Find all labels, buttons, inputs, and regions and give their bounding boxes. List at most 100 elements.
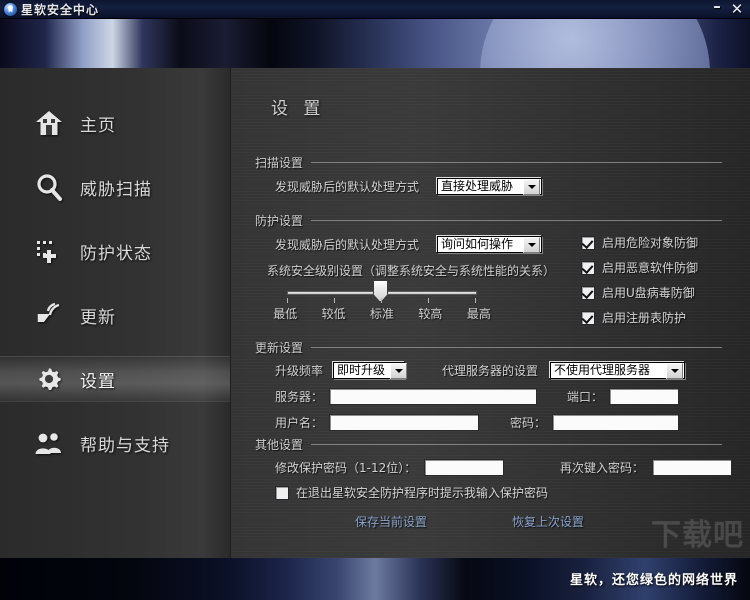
protect-default-action-row: 发现威胁后的默认处理方式 询问如何操作 <box>275 236 543 253</box>
checkbox-row-usb-virus[interactable]: 启用U盘病毒防御 <box>581 284 698 301</box>
upgrade-frequency-value: 即时升级 <box>337 363 386 377</box>
slider-label-low: 较低 <box>321 307 346 321</box>
sidebar-item-home[interactable]: 主页 <box>0 100 230 146</box>
protection-settings-title: 防护设置 <box>255 214 304 228</box>
sidebar-item-protection-status[interactable]: 防护状态 <box>0 228 230 274</box>
action-links: 保存当前设置 恢复上次设置 <box>231 513 750 530</box>
upgrade-frequency-select[interactable]: 即时升级 <box>333 362 408 379</box>
checkbox-dangerous-object[interactable] <box>581 235 595 250</box>
confirm-password-row: 再次键入密码： <box>560 459 733 476</box>
save-settings-link[interactable]: 保存当前设置 <box>355 513 427 530</box>
sidebar-label-help-support: 帮助与支持 <box>80 435 170 456</box>
slider-labels: 最低 较低 标准 较高 最高 <box>261 305 503 322</box>
port-label: 端口： <box>567 390 604 404</box>
window-title: 星软安全中心 <box>21 2 100 17</box>
proxy-row: 代理服务器的设置 不使用代理服务器 <box>442 362 686 379</box>
slider-label-standard: 标准 <box>370 307 395 321</box>
protection-checkbox-group: 启用危险对象防御 启用恶意软件防御 启用U盘病毒防御 启用注册表防护 <box>581 234 698 334</box>
protect-default-action-select[interactable]: 询问如何操作 <box>437 236 543 253</box>
upgrade-frequency-row: 升级频率 即时升级 <box>275 362 408 379</box>
sidebar-nav: 主页 威胁扫描 防护状态 更新 设置 帮助与支持 <box>0 100 230 484</box>
proxy-label: 代理服务器的设置 <box>442 364 539 378</box>
sidebar: 主页 威胁扫描 防护状态 更新 设置 帮助与支持 <box>0 68 231 558</box>
proxy-select[interactable]: 不使用代理服务器 <box>550 362 686 379</box>
close-button[interactable]: ✕ <box>727 1 747 17</box>
username-label: 用户名： <box>275 416 324 430</box>
other-settings-header: 其他设置 <box>231 436 750 453</box>
security-level-row: 系统安全级别设置（调整系统安全与系统性能的关系） <box>267 262 555 279</box>
sidebar-label-settings: 设置 <box>80 371 116 392</box>
section-other-settings: 其他设置 修改保护密码（1-12位）： 再次键入密码： 在退出星软安全防护程序时… <box>231 436 750 500</box>
password-row: 密码： <box>510 414 680 431</box>
checkbox-registry[interactable] <box>581 310 595 325</box>
chevron-down-icon[interactable] <box>390 362 408 379</box>
sidebar-label-protection-status: 防护状态 <box>80 243 152 264</box>
slider-ticks <box>287 298 477 304</box>
chevron-down-icon[interactable] <box>523 178 541 195</box>
confirm-password-input[interactable] <box>652 459 733 476</box>
checkbox-label-dangerous-object: 启用危险对象防御 <box>602 236 699 250</box>
slider-label-highest: 最高 <box>466 307 491 321</box>
username-input[interactable] <box>329 414 480 431</box>
update-settings-title: 更新设置 <box>255 341 304 355</box>
header-banner-image <box>0 18 750 68</box>
people-icon <box>34 428 64 458</box>
scan-default-action-select[interactable]: 直接处理威胁 <box>437 178 543 195</box>
checkbox-row-malware[interactable]: 启用恶意软件防御 <box>581 259 698 276</box>
checkbox-row-dangerous-object[interactable]: 启用危险对象防御 <box>581 234 698 251</box>
proxy-value: 不使用代理服务器 <box>554 363 651 377</box>
sidebar-item-update[interactable]: 更新 <box>0 292 230 338</box>
restore-settings-link[interactable]: 恢复上次设置 <box>512 513 584 530</box>
section-protection-settings: 防护设置 发现威胁后的默认处理方式 询问如何操作 系统安全级别设置（调整系统安全… <box>231 212 750 325</box>
protection-settings-header: 防护设置 <box>231 212 750 229</box>
checkbox-malware[interactable] <box>581 260 595 275</box>
other-settings-rule <box>311 444 722 445</box>
shield-plus-icon <box>34 236 64 266</box>
footer-bar: 星软，还您绿色的网络世界 <box>0 558 750 600</box>
change-password-row: 修改保护密码（1-12位）： <box>275 459 505 476</box>
port-input[interactable] <box>609 388 680 405</box>
update-settings-rule <box>311 347 722 348</box>
magnifier-icon <box>34 172 64 202</box>
settings-panel: 设 置 扫描设置 发现威胁后的默认处理方式 直接处理威胁 防护设置 发现威胁后的… <box>231 68 750 558</box>
server-row: 服务器： <box>275 388 538 405</box>
title-bar: 星软安全中心 – ✕ <box>0 0 750 19</box>
username-row: 用户名： <box>275 414 480 431</box>
change-password-label: 修改保护密码（1-12位）： <box>275 461 417 475</box>
confirm-password-label: 再次键入密码： <box>560 461 645 475</box>
sidebar-item-threat-scan[interactable]: 威胁扫描 <box>0 164 230 210</box>
gear-icon <box>34 364 64 394</box>
sidebar-label-update: 更新 <box>80 307 116 328</box>
port-row: 端口： <box>567 388 680 405</box>
exit-prompt-row[interactable]: 在退出星软安全防护程序时提示我输入保护密码 <box>275 484 548 501</box>
server-label: 服务器： <box>275 390 324 404</box>
checkbox-exit-prompt[interactable] <box>275 485 289 500</box>
checkbox-usb-virus[interactable] <box>581 285 595 300</box>
page-title: 设 置 <box>271 99 326 119</box>
protect-default-action-label: 发现威胁后的默认处理方式 <box>275 238 420 252</box>
change-password-input[interactable] <box>424 459 505 476</box>
security-level-label: 系统安全级别设置（调整系统安全与系统性能的关系） <box>267 264 556 278</box>
app-shield-icon <box>4 2 17 16</box>
sidebar-item-help-support[interactable]: 帮助与支持 <box>0 420 230 466</box>
chevron-down-icon[interactable] <box>523 236 541 253</box>
sidebar-item-settings[interactable]: 设置 <box>0 356 230 402</box>
slider-label-lowest: 最低 <box>273 307 298 321</box>
checkbox-label-exit-prompt: 在退出星软安全防护程序时提示我输入保护密码 <box>296 486 549 500</box>
scan-settings-header: 扫描设置 <box>231 154 750 171</box>
security-level-slider[interactable]: 最低 较低 标准 较高 最高 <box>273 280 491 321</box>
other-settings-title: 其他设置 <box>255 438 304 452</box>
chevron-down-icon[interactable] <box>666 362 684 379</box>
scan-settings-title: 扫描设置 <box>255 156 304 170</box>
section-scan-settings: 扫描设置 发现威胁后的默认处理方式 直接处理威胁 <box>231 154 750 195</box>
password-input[interactable] <box>552 414 680 431</box>
minimize-button[interactable]: – <box>707 0 727 20</box>
scan-default-action-label: 发现威胁后的默认处理方式 <box>275 180 420 194</box>
update-settings-header: 更新设置 <box>231 339 750 356</box>
slider-label-high: 较高 <box>418 307 443 321</box>
checkbox-label-registry: 启用注册表防护 <box>602 311 687 325</box>
sidebar-label-home: 主页 <box>80 115 116 136</box>
server-input[interactable] <box>329 388 538 405</box>
checkbox-row-registry[interactable]: 启用注册表防护 <box>581 309 698 326</box>
protection-settings-rule <box>311 220 722 221</box>
